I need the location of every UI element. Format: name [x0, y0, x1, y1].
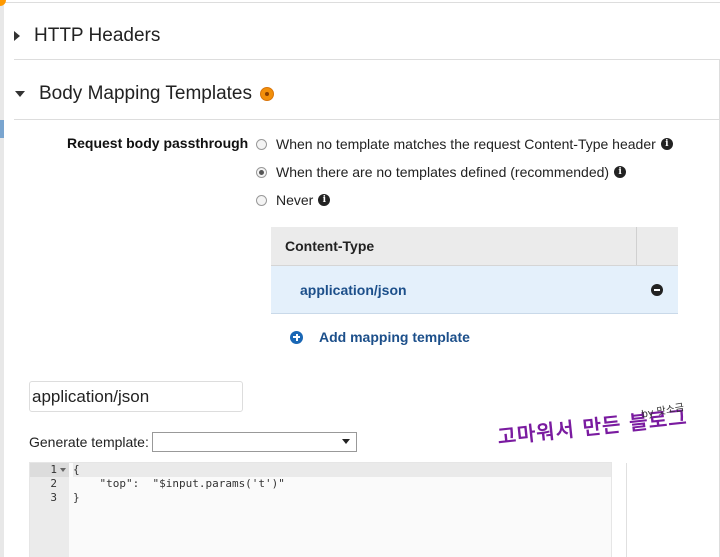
generate-template-label: Generate template:: [29, 434, 149, 450]
passthrough-option-never[interactable]: Never i: [256, 192, 331, 208]
section-title: Body Mapping Templates: [39, 83, 252, 104]
expand-caret-icon[interactable]: [14, 31, 20, 41]
editor-gutter: 1 2 3: [30, 463, 69, 557]
editor-scroll-divider: [626, 463, 627, 557]
content-type-input[interactable]: application/json: [29, 381, 243, 412]
code-line[interactable]: }: [73, 491, 611, 505]
editor-code[interactable]: { "top": "$input.params('t')" }: [73, 463, 611, 505]
info-icon[interactable]: i: [660, 138, 673, 150]
left-selection-marker: [0, 120, 4, 138]
content-type-table: Content-Type application/json: [271, 227, 678, 314]
minus-circle-icon[interactable]: [651, 283, 663, 296]
line-number: 1: [30, 463, 69, 477]
dropdown-arrow-icon[interactable]: [342, 439, 350, 444]
column-header-content-type: Content-Type: [271, 227, 637, 265]
section-body-mapping-templates[interactable]: Body Mapping Templates: [14, 83, 274, 105]
warning-dot-icon: [0, 0, 6, 6]
table-header: Content-Type: [271, 227, 678, 266]
radio-label[interactable]: When no template matches the request Con…: [276, 136, 656, 152]
code-line[interactable]: {: [73, 463, 611, 477]
top-divider: [0, 2, 720, 3]
fold-arrow-icon[interactable]: [60, 468, 66, 472]
radio-label[interactable]: Never: [276, 192, 313, 208]
left-border: [0, 0, 4, 557]
line-number: 2: [50, 477, 57, 490]
section-title: HTTP Headers: [34, 25, 161, 46]
info-icon[interactable]: i: [318, 194, 331, 206]
template-code-editor[interactable]: 1 2 3 { "top": "$input.params('t')" }: [29, 462, 627, 557]
radio-button[interactable]: [256, 166, 267, 178]
section-http-headers[interactable]: HTTP Headers: [14, 25, 160, 47]
radio-button[interactable]: [256, 194, 267, 206]
section-divider: [14, 119, 720, 120]
collapse-caret-icon[interactable]: [15, 91, 25, 97]
column-header-actions: [637, 227, 678, 265]
passthrough-option-no-templates[interactable]: When there are no templates defined (rec…: [256, 164, 627, 180]
line-number: 3: [50, 491, 57, 504]
section-divider: [14, 59, 720, 60]
content-type-cell[interactable]: application/json: [271, 282, 651, 298]
warning-dot-icon: [260, 87, 274, 101]
add-mapping-template-label[interactable]: Add mapping template: [319, 329, 470, 345]
radio-label[interactable]: When there are no templates defined (rec…: [276, 164, 609, 180]
passthrough-option-no-match[interactable]: When no template matches the request Con…: [256, 136, 673, 152]
generate-template-select[interactable]: [152, 432, 357, 452]
table-row[interactable]: application/json: [271, 266, 678, 314]
add-mapping-template-button[interactable]: Add mapping template: [290, 329, 470, 345]
code-line[interactable]: "top": "$input.params('t')": [73, 477, 611, 491]
info-icon[interactable]: i: [614, 166, 627, 178]
plus-circle-icon[interactable]: [290, 330, 303, 344]
radio-button[interactable]: [256, 138, 267, 150]
passthrough-label: Request body passthrough: [67, 135, 249, 151]
